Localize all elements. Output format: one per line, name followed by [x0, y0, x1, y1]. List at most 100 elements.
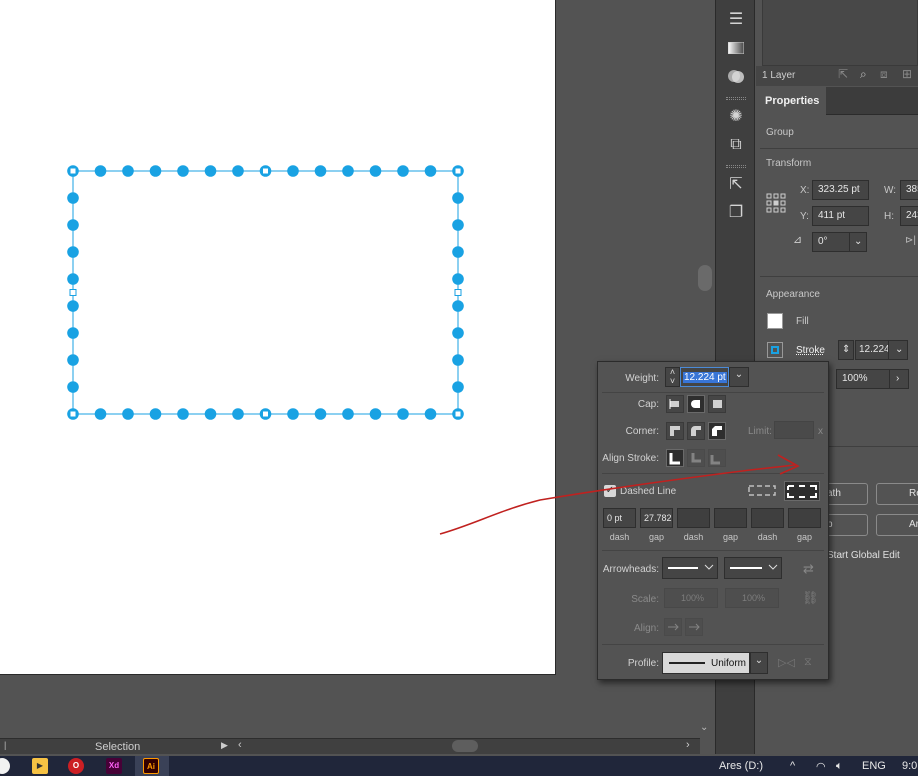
windows-taskbar: ▶ O Xd Ai Ares (D:) ^ ◠ 🔈︎ ENG 9:0	[0, 756, 918, 776]
selection-handle[interactable]	[262, 167, 269, 175]
stroke-weight-dropdown-chevron-icon[interactable]: ⌄	[888, 340, 908, 360]
y-field[interactable]: 411 pt	[812, 206, 869, 226]
selection-handle[interactable]	[69, 289, 77, 296]
stroke-dot	[204, 165, 217, 177]
opacity-arrow-icon[interactable]: ›	[889, 369, 909, 389]
stroke-link[interactable]: Stroke	[796, 345, 825, 356]
selection-handle[interactable]	[454, 167, 462, 175]
profile-select[interactable]: Uniform	[662, 652, 750, 674]
arrow-place-button[interactable]	[685, 618, 703, 636]
layers-list[interactable]	[762, 0, 918, 66]
search-icon[interactable]: ⌕	[860, 67, 867, 82]
language-indicator[interactable]: ENG	[862, 760, 886, 772]
gradient-icon[interactable]	[724, 38, 748, 58]
h-field[interactable]: 243	[900, 206, 918, 226]
selection-handle[interactable]	[69, 410, 77, 418]
x-field[interactable]: 323.25 pt	[812, 180, 869, 200]
end-scale-field[interactable]: 100%	[725, 588, 779, 608]
stroke-swatch[interactable]	[767, 342, 783, 358]
end-arrowhead-select[interactable]	[724, 557, 782, 579]
stroke-dot	[232, 408, 244, 420]
stroke-dot	[424, 165, 437, 177]
graphic-styles-icon[interactable]: ⧉	[724, 135, 748, 155]
export-icon[interactable]: ⇱	[724, 175, 748, 195]
panel-stroke-weight-field[interactable]: 12.224	[855, 340, 889, 360]
cap-label: Cap:	[637, 399, 659, 410]
profile-dropdown-chevron-icon[interactable]: ⌄	[750, 652, 768, 674]
selection-bounding-box[interactable]	[72, 170, 459, 415]
status-tool-name[interactable]: Selection	[95, 741, 140, 753]
status-left-icon: |	[4, 740, 7, 750]
quick-action-button-4[interactable]: Ar	[876, 514, 918, 536]
butt-cap-button[interactable]	[666, 395, 684, 413]
selection-handle[interactable]	[69, 167, 77, 175]
status-play-icon[interactable]: ▶	[221, 740, 228, 751]
menu-icon[interactable]: ☰	[724, 10, 748, 30]
horizontal-scrollbar-thumb[interactable]	[452, 740, 478, 752]
selection-handle[interactable]	[454, 289, 462, 296]
canvas-art[interactable]	[0, 0, 556, 675]
drive-label[interactable]: Ares (D:)	[719, 760, 763, 772]
stroke-dot	[177, 408, 189, 420]
stroke-dot	[122, 165, 134, 177]
reference-point-icon[interactable]	[766, 193, 786, 213]
link-scale-icon[interactable]: ⛓	[802, 590, 819, 606]
w-field[interactable]: 385	[900, 180, 918, 200]
locate-object-icon[interactable]: ⇱	[838, 67, 848, 81]
selection-handle[interactable]	[454, 410, 462, 418]
stroke-dot	[67, 192, 79, 204]
transparency-icon[interactable]	[724, 66, 748, 86]
round-join-button[interactable]	[687, 422, 705, 440]
bevel-join-button[interactable]	[708, 422, 726, 440]
chrome-app-icon[interactable]	[0, 758, 10, 774]
fill-swatch[interactable]	[767, 313, 783, 329]
new-sublayer-icon[interactable]: ⊞	[902, 67, 912, 81]
start-arrowhead-select[interactable]	[662, 557, 718, 579]
adobe-xd-app-icon[interactable]: Xd	[106, 758, 122, 774]
start-global-edit-button[interactable]: Start Global Edit	[827, 550, 900, 561]
clock-time[interactable]: 9:0	[902, 760, 917, 772]
start-scale-field[interactable]: 100%	[664, 588, 718, 608]
flip-across-icon[interactable]: ⧖	[804, 656, 812, 669]
stroke-dot	[67, 300, 79, 312]
opera-app-icon[interactable]: O	[68, 758, 84, 774]
stroke-weight-stepper[interactable]: ⇕	[838, 340, 854, 360]
stroke-dot	[149, 165, 162, 177]
arrow-extend-button[interactable]	[664, 618, 682, 636]
dashed-rectangle-group[interactable]	[67, 165, 464, 420]
scroll-down-arrow-icon[interactable]: ⌄	[700, 722, 708, 733]
media-player-app-icon[interactable]: ▶	[32, 758, 48, 774]
stroke-dot	[287, 408, 299, 420]
rotate-dropdown-chevron-icon[interactable]: ⌄	[849, 232, 867, 252]
volume-icon[interactable]: 🔈︎	[836, 760, 843, 773]
align-label: Align:	[633, 623, 659, 634]
clipping-mask-icon[interactable]: ⧈	[880, 67, 888, 82]
artboards-icon[interactable]: ❐	[724, 203, 748, 223]
miter-join-button[interactable]	[666, 422, 684, 440]
quick-action-button-2[interactable]: Re	[876, 483, 918, 505]
scroll-left-arrow-icon[interactable]: ‹	[238, 739, 242, 751]
stroke-dot	[314, 165, 327, 177]
stroke-dot	[94, 408, 107, 420]
swap-arrowheads-icon[interactable]: ⇄	[803, 561, 814, 577]
tray-chevron-up-icon[interactable]: ^	[790, 760, 795, 772]
weight-field[interactable]: 12.224 pt	[680, 367, 729, 387]
weight-dropdown-chevron-icon[interactable]: ⌄	[729, 367, 749, 387]
appearance-icon[interactable]: ✺	[724, 107, 748, 127]
flip-horizontal-icon[interactable]: ⊳|	[905, 235, 916, 246]
projecting-cap-button[interactable]	[708, 395, 726, 413]
tab-properties[interactable]: Properties	[756, 87, 826, 116]
scroll-right-arrow-icon[interactable]: ›	[686, 739, 690, 751]
vertical-scrollbar-thumb[interactable]	[698, 265, 712, 291]
panel-grip[interactable]	[726, 97, 746, 100]
adobe-illustrator-app-icon[interactable]: Ai	[143, 758, 159, 774]
wifi-icon[interactable]: ◠	[816, 760, 826, 773]
opacity-field[interactable]: 100%	[836, 369, 890, 389]
selection-handle[interactable]	[262, 410, 269, 418]
weight-stepper[interactable]: ˄ ˅	[665, 367, 680, 387]
rotate-field[interactable]: 0°	[812, 232, 850, 252]
panel-grip-2[interactable]	[726, 165, 746, 168]
flip-along-icon[interactable]: ▷◁	[778, 656, 795, 669]
limit-field[interactable]	[774, 421, 814, 439]
round-cap-button[interactable]	[687, 395, 705, 413]
